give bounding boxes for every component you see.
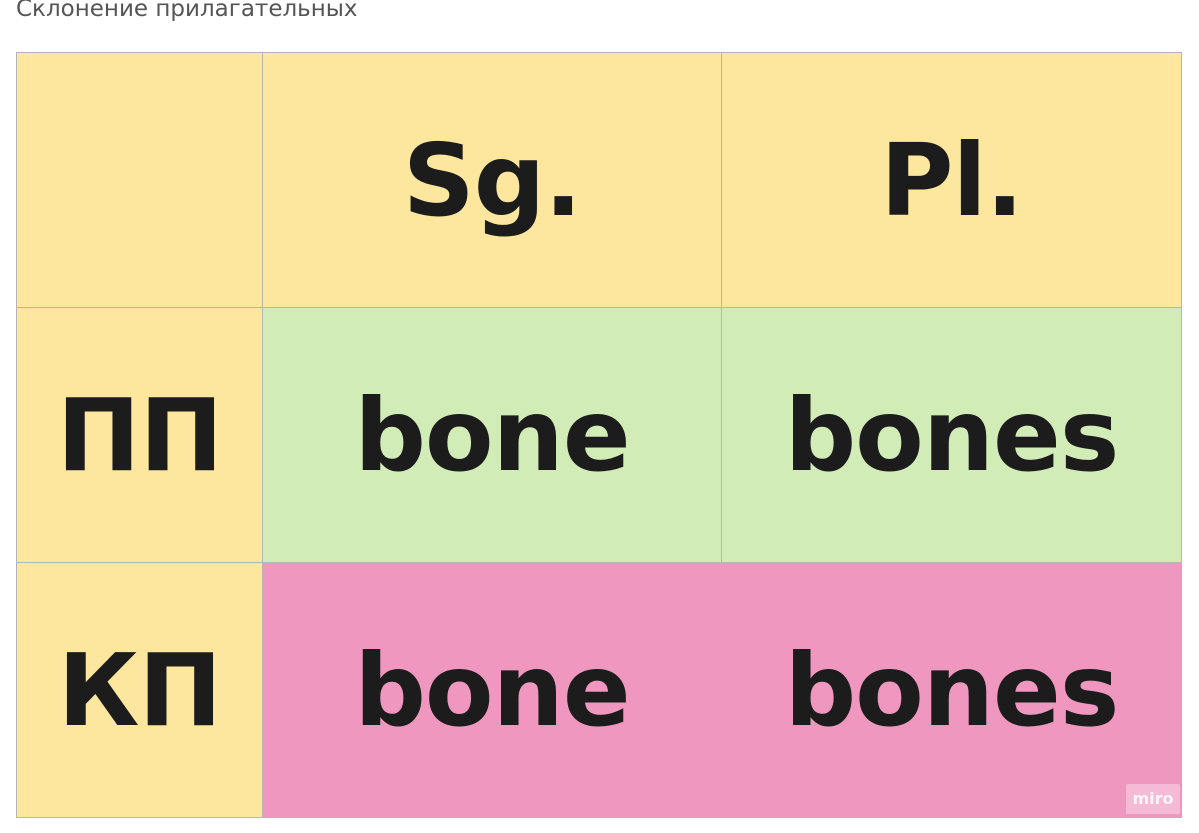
miro-watermark-logo: miro [1126, 784, 1180, 814]
cell-kp-pl[interactable]: bones [722, 563, 1181, 817]
corner-cell[interactable] [17, 53, 263, 308]
board-title: Склонение прилагательных [16, 0, 358, 22]
row-label-kp[interactable]: КП [17, 563, 263, 817]
column-header-sg[interactable]: Sg. [263, 53, 722, 308]
cell-pp-sg[interactable]: bone [263, 308, 722, 563]
cell-kp-sg[interactable]: bone [263, 563, 722, 817]
column-header-pl[interactable]: Pl. [722, 53, 1181, 308]
declension-table: Sg. Pl. ПП bone bones КП bone bones [16, 52, 1182, 818]
cell-pp-pl[interactable]: bones [722, 308, 1181, 563]
row-label-pp[interactable]: ПП [17, 308, 263, 563]
